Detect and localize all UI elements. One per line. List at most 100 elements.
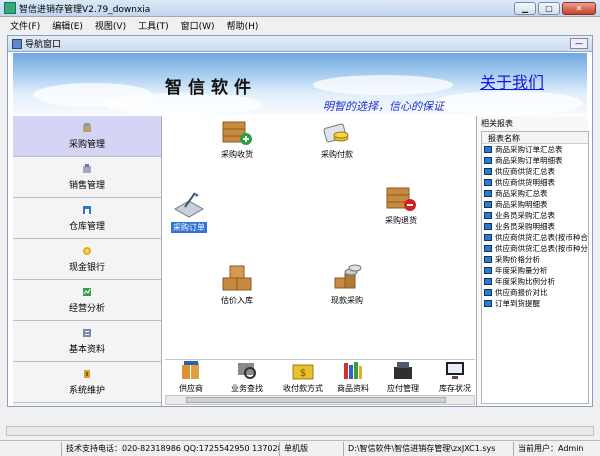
report-icon	[484, 300, 492, 307]
report-item[interactable]: 业务员采购汇总表	[482, 210, 588, 221]
sidebar-item-label: 系统维护	[68, 385, 105, 396]
payment-icon	[323, 123, 349, 143]
box-remove-icon	[386, 187, 416, 211]
slogan: 明智的选择，信心的保证	[323, 100, 444, 113]
toolbar-inventory-status[interactable]: 库存状况	[439, 361, 471, 394]
report-item-label: 供应商报价对比	[495, 288, 548, 297]
report-item-label: 商品采购订单汇总表	[495, 145, 563, 154]
report-item[interactable]: 年度采购比例分析	[482, 276, 588, 287]
report-icon	[484, 146, 492, 153]
report-item[interactable]: 供应商供货明细表	[482, 177, 588, 188]
report-icon	[484, 267, 492, 274]
report-item[interactable]: 供应商报价对比	[482, 287, 588, 298]
maximize-button[interactable]: □	[538, 1, 560, 15]
report-icon	[484, 179, 492, 186]
tile-estimated-stock-in[interactable]: 估价入库	[221, 264, 253, 306]
tile-label: 采购收货	[221, 150, 253, 159]
tile-label: 采购订单	[171, 222, 207, 233]
analysis-icon	[83, 287, 91, 296]
report-item[interactable]: 商品采购汇总表	[482, 188, 588, 199]
cloud-decoration	[313, 75, 453, 95]
sidebar-item-sales[interactable]: 销售管理	[13, 157, 161, 198]
monitor-icon	[446, 362, 464, 379]
sidebar-item-warehouse[interactable]: 仓库管理	[13, 198, 161, 239]
scrollbar-thumb[interactable]	[186, 397, 446, 403]
tile-purchase-payment[interactable]: 采购付款	[321, 118, 353, 160]
sidebar-item-analysis[interactable]: 经营分析	[13, 280, 161, 321]
reports-column-header[interactable]: 报表名称	[482, 132, 588, 144]
report-item-label: 采购价格分析	[495, 255, 540, 264]
main-scrollbar[interactable]	[6, 426, 594, 436]
report-icon	[484, 201, 492, 208]
related-reports-panel: 相关报表 报表名称 商品采购订单汇总表 商品采购订单明细表 供应商供货汇总表 供应商供…	[476, 116, 589, 406]
menu-edit[interactable]: 编辑(E)	[52, 19, 83, 32]
report-item-label: 供应商供货明细表	[495, 178, 555, 187]
toolbar-label: 库存状况	[439, 384, 471, 393]
toolbar-product-info[interactable]: 商品资料	[337, 361, 369, 394]
report-item[interactable]: 业务员采购明细表	[482, 221, 588, 232]
window-title: 智信进销存管理V2.79_downxia	[19, 4, 151, 15]
status-edition: 单机版	[280, 441, 344, 456]
toolbar-label: 业务查找	[231, 384, 263, 393]
report-item-label: 业务员采购明细表	[495, 222, 555, 231]
menu-tools[interactable]: 工具(T)	[138, 19, 169, 32]
report-icon	[484, 157, 492, 164]
menu-file[interactable]: 文件(F)	[10, 19, 40, 32]
tile-cash-purchase[interactable]: 现款采购	[331, 264, 363, 306]
box-add-icon	[222, 121, 252, 145]
report-item[interactable]: 供应商供货汇总表(按币种分开)	[482, 243, 588, 254]
cash-register-icon	[394, 362, 412, 379]
nav-minimize-button[interactable]: —	[570, 38, 588, 49]
report-item-label: 商品采购汇总表	[495, 189, 548, 198]
report-item[interactable]: 商品采购订单明细表	[482, 155, 588, 166]
report-item[interactable]: 订单到货提醒	[482, 298, 588, 309]
menu-window[interactable]: 窗口(W)	[181, 19, 215, 32]
minimize-button[interactable]: ▁	[514, 1, 536, 15]
report-item[interactable]: 供应商供货汇总表(按币种合并)	[482, 232, 588, 243]
title-bar: 智信进销存管理V2.79_downxia ▁ □ ✕	[0, 0, 600, 17]
report-item-label: 商品采购订单明细表	[495, 156, 563, 165]
sidebar-item-basic-info[interactable]: 基本资料	[13, 321, 161, 362]
toolbar-label: 商品资料	[337, 384, 369, 393]
sidebar-item-maintenance[interactable]: 系统维护	[13, 362, 161, 403]
sidebar-item-label: 销售管理	[68, 180, 105, 191]
status-support-phone: 技术支持电话：020-82318986 QQ:1725542950 137028…	[62, 441, 280, 456]
books-icon	[344, 362, 362, 379]
toolbar-payment-methods[interactable]: $ 收付款方式	[283, 361, 323, 394]
report-item-label: 业务员采购汇总表	[495, 211, 555, 220]
report-item[interactable]: 商品采购订单汇总表	[482, 144, 588, 155]
toolbar-supplier[interactable]: 供应商	[179, 361, 203, 394]
menu-view[interactable]: 视图(V)	[95, 19, 126, 32]
report-item-label: 供应商供货汇总表(按币种合并)	[495, 233, 589, 242]
cloud-decoration	[433, 91, 583, 115]
report-icon	[484, 212, 492, 219]
toolbar-business-search[interactable]: 业务查找	[231, 361, 263, 394]
report-icon	[484, 223, 492, 230]
report-item-label: 商品采购明细表	[495, 200, 548, 209]
menu-help[interactable]: 帮助(H)	[227, 19, 259, 32]
report-item[interactable]: 采购价格分析	[482, 254, 588, 265]
tile-purchase-order[interactable]: 采购订单	[171, 191, 207, 233]
toolbar-scrollbar[interactable]	[165, 395, 475, 405]
sidebar-item-cash-bank[interactable]: 现金银行	[13, 239, 161, 280]
report-item[interactable]: 供应商供货汇总表	[482, 166, 588, 177]
report-item[interactable]: 年度采购量分析	[482, 265, 588, 276]
menu-bar: 文件(F) 编辑(E) 视图(V) 工具(T) 窗口(W) 帮助(H)	[0, 17, 600, 33]
about-us-link[interactable]: 关于我们	[480, 69, 544, 93]
sidebar-item-purchase[interactable]: 采购管理	[13, 116, 161, 157]
report-icon	[484, 190, 492, 197]
toolbar-payables[interactable]: 应付管理	[387, 361, 419, 394]
tile-purchase-return[interactable]: 采购退货	[385, 184, 417, 226]
tile-label: 现款采购	[331, 296, 363, 305]
report-item[interactable]: 商品采购明细表	[482, 199, 588, 210]
close-button[interactable]: ✕	[562, 1, 596, 15]
tile-label: 采购付款	[321, 150, 353, 159]
status-current-user: 当前用户：Admin	[518, 443, 584, 453]
report-icon	[484, 256, 492, 263]
status-bar: 技术支持电话：020-82318986 QQ:1725542950 137028…	[0, 440, 600, 456]
money-icon: $	[292, 364, 314, 380]
reports-list: 报表名称 商品采购订单汇总表 商品采购订单明细表 供应商供货汇总表 供应商供货明细表商…	[481, 131, 589, 404]
tile-purchase-receipt[interactable]: 采购收货	[221, 118, 253, 160]
report-icon	[484, 278, 492, 285]
report-item-label: 供应商供货汇总表(按币种分开)	[495, 244, 589, 253]
